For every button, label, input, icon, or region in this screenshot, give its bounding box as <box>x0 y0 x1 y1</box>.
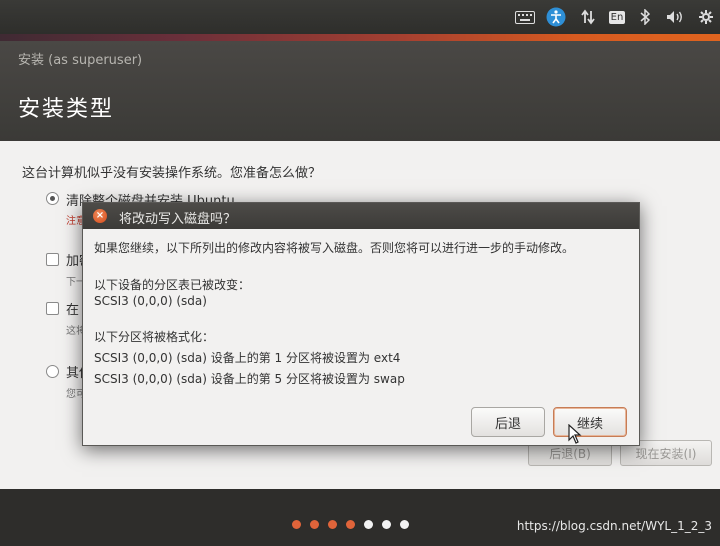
progress-dot <box>292 520 301 529</box>
dialog-back-button[interactable]: 后退 <box>471 407 545 437</box>
confirm-dialog: × 将改动写入磁盘吗？ 如果您继续，以下所列出的修改内容将被写入磁盘。否则您将可… <box>82 202 640 446</box>
continue-button[interactable]: 继续 <box>553 407 627 437</box>
partition-heading: 以下设备的分区表已被改变： <box>94 278 251 292</box>
close-icon[interactable]: × <box>93 209 107 223</box>
lvm-checkbox[interactable] <box>46 302 59 315</box>
gear-icon[interactable] <box>697 7 715 27</box>
accent-stripe <box>0 34 720 41</box>
option-label: 在 <box>66 303 80 318</box>
partition-device: SCSI3 (0,0,0) (sda) <box>94 294 207 308</box>
option-label: 加密 <box>66 254 82 269</box>
bottom-panel <box>0 489 720 546</box>
progress-dot <box>310 520 319 529</box>
progress-dot <box>364 520 373 529</box>
dialog-titlebar: × 将改动写入磁盘吗？ <box>83 203 639 229</box>
option-sublabel: 注意 <box>66 216 82 227</box>
progress-dot <box>346 520 355 529</box>
keyboard-icon[interactable] <box>514 7 536 27</box>
network-icon[interactable] <box>578 7 598 27</box>
progress-dot <box>382 520 391 529</box>
format-heading: 以下分区将被格式化： <box>94 330 215 344</box>
language-indicator[interactable]: En <box>607 7 627 27</box>
window-title: 安装 (as superuser) <box>18 53 143 68</box>
accessibility-icon[interactable] <box>546 7 566 27</box>
dialog-intro: 如果您继续，以下所列出的修改内容将被写入磁盘。否则您将可以进行进一步的手动修改。 <box>94 241 575 255</box>
option-sublabel: 下一 <box>66 277 82 288</box>
format-line: SCSI3 (0,0,0) (sda) 设备上的第 1 分区将被设置为 ext4 <box>94 351 401 365</box>
bluetooth-icon[interactable] <box>638 7 652 27</box>
option-label: 其他 <box>66 366 82 381</box>
page-title: 安装类型 <box>18 97 115 122</box>
dialog-title: 将改动写入磁盘吗？ <box>119 212 237 227</box>
encrypt-checkbox[interactable] <box>46 253 59 266</box>
top-panel: En <box>0 0 720 34</box>
option-sublabel: 您可 <box>66 389 82 400</box>
something-else-radio[interactable] <box>46 365 59 378</box>
mouse-cursor-icon <box>568 424 582 444</box>
question-text: 这台计算机似乎没有安装操作系统。您准备怎么做？ <box>22 166 322 181</box>
erase-disk-radio[interactable] <box>46 192 59 205</box>
progress-dot <box>328 520 337 529</box>
window-header: 安装 (as superuser) 安装类型 <box>0 41 720 141</box>
progress-dot <box>400 520 409 529</box>
volume-icon[interactable] <box>664 7 686 27</box>
watermark: https://blog.csdn.net/WYL_1_2_3 <box>516 519 712 533</box>
format-line: SCSI3 (0,0,0) (sda) 设备上的第 5 分区将被设置为 swap <box>94 372 405 386</box>
option-sublabel: 这将 <box>66 326 82 337</box>
